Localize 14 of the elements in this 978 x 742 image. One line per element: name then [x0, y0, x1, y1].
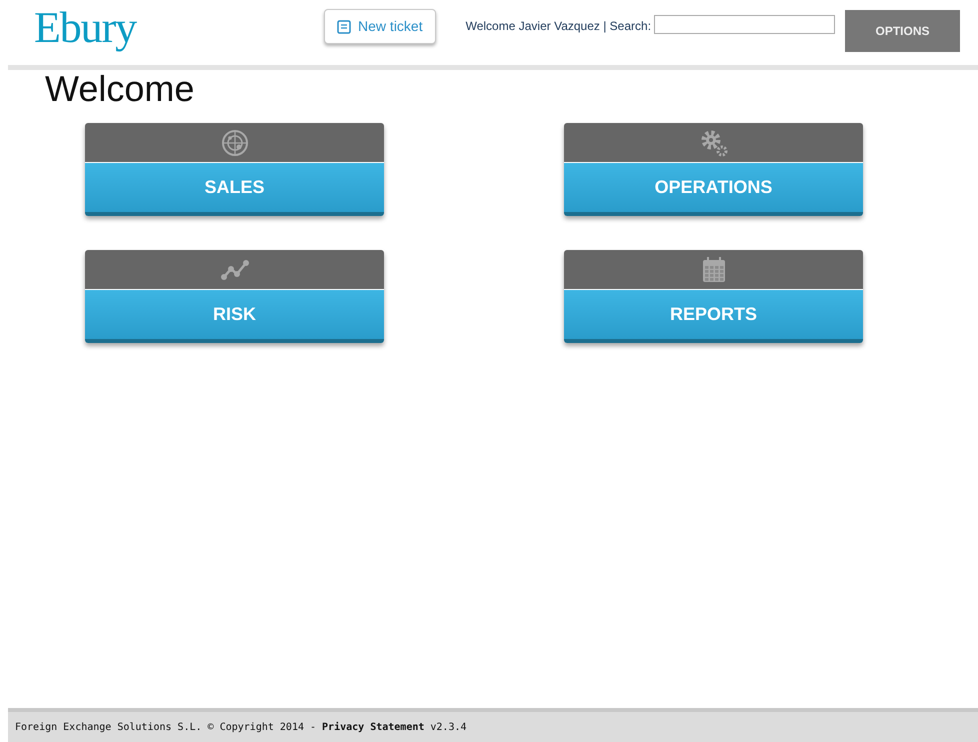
- gears-icon: [698, 128, 728, 158]
- new-ticket-button[interactable]: New ticket: [324, 9, 436, 44]
- version-text: v2.3.4: [430, 720, 467, 734]
- welcome-user-text: Welcome Javier Vazquez | Search:: [466, 18, 652, 35]
- calendar-icon: [702, 256, 726, 282]
- copyright-text: Foreign Exchange Solutions S.L. © Copyright 2014 -: [15, 720, 316, 734]
- ebury-logo: Ebury: [34, 6, 136, 50]
- privacy-statement-link[interactable]: Privacy Statement: [322, 720, 424, 734]
- options-button[interactable]: OPTIONS: [845, 10, 960, 52]
- radar-icon: [220, 128, 248, 156]
- note-icon: [337, 20, 352, 34]
- line-chart-icon: [220, 258, 250, 280]
- search-field[interactable]: [654, 15, 836, 34]
- page-title: Welcome: [45, 70, 196, 108]
